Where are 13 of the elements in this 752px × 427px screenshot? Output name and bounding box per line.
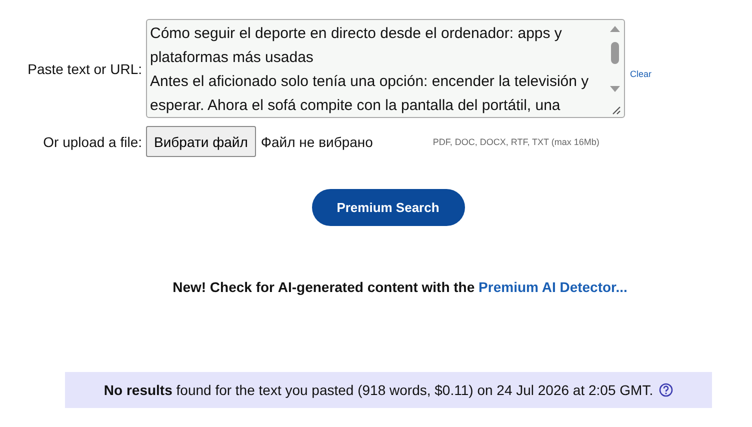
- search-button[interactable]: Premium Search: [312, 189, 464, 226]
- promo-text: New! Check for AI-generated content with the Premium AI Detector...: [172, 279, 628, 295]
- help-icon[interactable]: [659, 383, 674, 397]
- field-label: Paste text or URL:: [26, 60, 143, 76]
- format-hint: PDF, DOC, DOCX, RTF, TXT (max 16Mb): [432, 136, 600, 146]
- clear-link[interactable]: Clear: [630, 68, 652, 78]
- resize-handle-icon[interactable]: [612, 106, 621, 115]
- file-status: Файл не вибрано: [260, 134, 374, 150]
- detector-link[interactable]: Premium AI Detector...: [478, 279, 628, 295]
- field-label: Or upload a file:: [42, 134, 143, 150]
- choose-file-button[interactable]: Вибрати файл: [146, 126, 256, 157]
- result-text: No results found for the text you pasted (918 words, $0.11) on 24 Jul 2026 at 2:05 GMT.: [104, 382, 654, 398]
- field-text: Cómo seguir el deporte en directo desde el ordenador: apps y plataformas más usadas Antes el aficionado solo tenía una opción: encender la televisión y esperar. Ahora el sofá compite con la pantalla del portátil, una: [149, 24, 590, 116]
